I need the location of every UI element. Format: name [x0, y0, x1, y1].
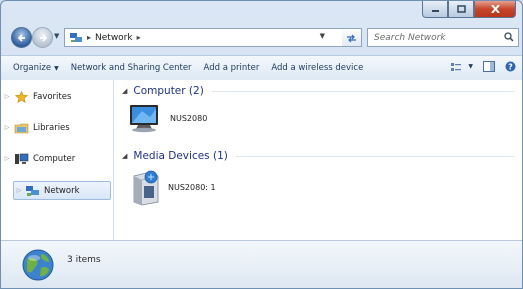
star-icon — [13, 90, 29, 103]
group-divider — [211, 90, 514, 92]
refresh-button[interactable] — [342, 28, 362, 47]
list-item-media-device[interactable]: NUS2080: 1 — [130, 168, 216, 206]
forward-arrow-icon — [39, 33, 47, 42]
sidebar-item-label: Favorites — [33, 91, 72, 102]
svg-text:?: ? — [508, 63, 513, 72]
help-button[interactable]: ? — [505, 61, 516, 72]
sidebar-item-label: Libraries — [33, 122, 70, 133]
back-button[interactable] — [11, 27, 32, 48]
chevron-down-icon: ▼ — [54, 65, 59, 72]
expand-arrow-icon[interactable]: ▷ — [1, 155, 13, 162]
add-wireless-device-button[interactable]: Add a wireless device — [265, 63, 369, 73]
computer-icon — [13, 153, 29, 165]
content-area: ▷ Favorites ▷ Libraries ▷ Computer ▷ Net… — [1, 80, 522, 240]
command-bar: Organize ▼ Network and Sharing Center Add… — [1, 55, 522, 81]
file-list: ◢ Computer (2) NUS2080 ◢ Media Devices (… — [114, 80, 522, 240]
group-header-computer[interactable]: ◢ Computer (2) — [122, 85, 514, 97]
breadcrumb-network[interactable]: Network — [95, 33, 133, 43]
expand-arrow-icon[interactable]: ▷ — [14, 187, 24, 194]
organize-label: Organize — [13, 63, 52, 73]
preview-pane-button[interactable] — [483, 61, 495, 72]
sidebar-item-computer[interactable]: ▷ Computer — [1, 150, 111, 167]
search-icon[interactable] — [504, 32, 514, 42]
sidebar-item-label: Computer — [33, 153, 76, 164]
item-label: NUS2080: 1 — [168, 182, 216, 192]
collapse-arrow-icon[interactable]: ◢ — [122, 87, 127, 95]
close-button[interactable] — [474, 1, 516, 18]
search-box[interactable] — [367, 28, 519, 47]
sidebar-item-network[interactable]: ▷ Network — [13, 181, 111, 200]
view-options-icon — [451, 62, 462, 71]
add-printer-button[interactable]: Add a printer — [198, 63, 266, 73]
help-icon: ? — [505, 61, 516, 72]
back-arrow-icon — [17, 33, 25, 42]
maximize-icon — [456, 5, 466, 13]
sidebar-item-libraries[interactable]: ▷ Libraries — [1, 119, 111, 136]
preview-pane-icon — [483, 61, 495, 72]
group-header-media-devices[interactable]: ◢ Media Devices (1) — [122, 150, 514, 162]
change-view-button[interactable]: ▼ — [451, 62, 473, 72]
explorer-window: ▼ ▸ Network ▸ ▼ Organize▼ Network and Sh… — [0, 0, 523, 289]
libraries-icon — [13, 122, 29, 134]
address-row: ▼ ▸ Network ▸ ▼ — [1, 23, 522, 51]
item-label: NUS2080 — [170, 113, 208, 123]
navigation-pane: ▷ Favorites ▷ Libraries ▷ Computer ▷ Net… — [1, 80, 114, 240]
expand-arrow-icon[interactable]: ▷ — [1, 93, 13, 100]
network-sharing-center-button[interactable]: Network and Sharing Center — [65, 63, 198, 73]
breadcrumb-separator[interactable]: ▸ — [137, 33, 141, 42]
details-pane: 3 items — [1, 240, 522, 288]
address-dropdown[interactable]: ▼ — [320, 32, 325, 40]
computer-icon — [130, 105, 158, 133]
maximize-button[interactable] — [448, 1, 474, 18]
list-item-computer[interactable]: NUS2080 — [128, 103, 207, 133]
minimize-button[interactable] — [422, 1, 448, 18]
window-caption-buttons — [422, 1, 516, 18]
collapse-arrow-icon[interactable]: ◢ — [122, 152, 127, 160]
organize-button[interactable]: Organize ▼ — [7, 63, 65, 73]
item-count: 3 items — [67, 255, 101, 265]
network-icon — [24, 185, 40, 197]
refresh-icon — [347, 34, 356, 42]
sidebar-item-label: Network — [44, 185, 80, 196]
close-icon — [490, 5, 500, 13]
minimize-icon — [431, 10, 439, 12]
network-icon — [70, 32, 82, 42]
recent-pages-dropdown[interactable]: ▼ — [54, 32, 59, 40]
breadcrumb-separator[interactable]: ▸ — [87, 33, 91, 42]
group-title: Media Devices (1) — [133, 150, 228, 162]
forward-button[interactable] — [32, 27, 53, 48]
chevron-down-icon: ▼ — [468, 63, 473, 70]
media-device-icon — [133, 170, 159, 206]
expand-arrow-icon[interactable]: ▷ — [1, 124, 13, 131]
sidebar-item-favorites[interactable]: ▷ Favorites — [1, 88, 111, 105]
group-divider — [235, 155, 514, 157]
network-globe-icon — [22, 249, 54, 281]
address-bar[interactable]: ▸ Network ▸ ▼ — [64, 28, 344, 47]
group-title: Computer (2) — [133, 85, 204, 97]
search-input[interactable] — [374, 32, 492, 43]
